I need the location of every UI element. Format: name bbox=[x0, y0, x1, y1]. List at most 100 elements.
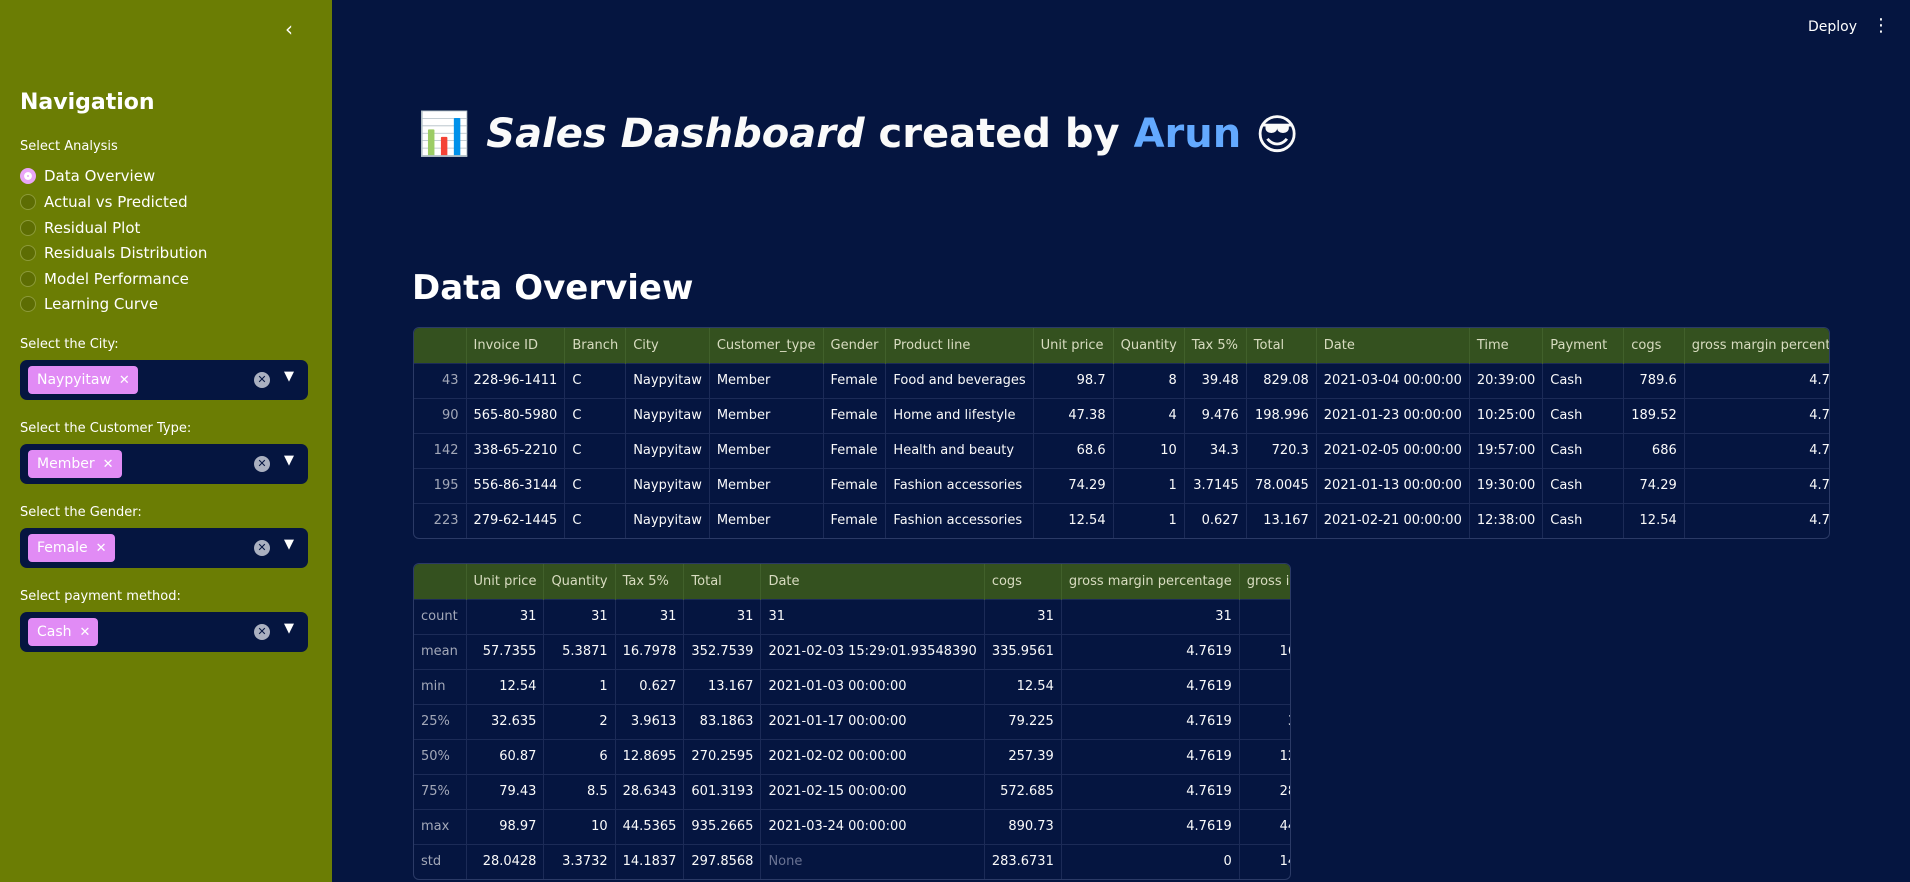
table-cell[interactable]: 198.996 bbox=[1246, 397, 1317, 433]
row-index[interactable]: 75% bbox=[414, 773, 467, 809]
chevron-down-icon[interactable]: ▼ bbox=[284, 621, 294, 636]
table-cell[interactable]: 1 bbox=[1113, 467, 1185, 503]
table-cell[interactable]: 12.54 bbox=[1623, 502, 1685, 538]
table-cell[interactable]: Member bbox=[709, 362, 824, 398]
row-index[interactable]: 195 bbox=[414, 467, 467, 503]
column-header[interactable]: Branch bbox=[564, 328, 627, 363]
column-header[interactable]: cogs bbox=[984, 564, 1062, 599]
table-cell[interactable]: 0.627 bbox=[1239, 668, 1290, 704]
table-cell[interactable]: 60.87 bbox=[466, 738, 545, 774]
table-cell[interactable]: 31 bbox=[615, 598, 685, 634]
more-menu-icon[interactable]: ⋮ bbox=[1872, 15, 1890, 37]
radio-learning-curve[interactable]: Learning Curve bbox=[20, 294, 158, 314]
table-cell[interactable]: 0 bbox=[1061, 843, 1240, 879]
table-cell[interactable]: C bbox=[564, 432, 627, 468]
table-cell[interactable]: 686 bbox=[1623, 432, 1685, 468]
table-cell[interactable]: 12.54 bbox=[466, 668, 545, 704]
customer-type-multiselect[interactable]: Member ✕ ✕ ▼ bbox=[20, 444, 308, 484]
table-cell[interactable]: 829.08 bbox=[1246, 362, 1317, 398]
table-cell[interactable]: 4.7619 bbox=[1061, 773, 1240, 809]
table-cell[interactable]: 0.627 bbox=[615, 668, 685, 704]
table-cell[interactable]: 44.5365 bbox=[1239, 808, 1290, 844]
chip-remove-icon[interactable]: ✕ bbox=[103, 457, 114, 472]
column-header[interactable]: Time bbox=[1469, 328, 1544, 363]
column-header[interactable]: Total bbox=[1246, 328, 1317, 363]
table-cell[interactable]: 189.52 bbox=[1623, 397, 1685, 433]
table-cell[interactable]: 19:30:00 bbox=[1469, 467, 1544, 503]
table-cell[interactable]: 297.8568 bbox=[683, 843, 762, 879]
payment-multiselect[interactable]: Cash ✕ ✕ ▼ bbox=[20, 612, 308, 652]
table-cell[interactable]: 31 bbox=[1239, 598, 1290, 634]
table-cell[interactable]: 2021-02-05 00:00:00 bbox=[1316, 432, 1470, 468]
row-index[interactable]: 43 bbox=[414, 362, 467, 398]
gender-multiselect[interactable]: Female ✕ ✕ ▼ bbox=[20, 528, 308, 568]
row-index[interactable]: 90 bbox=[414, 397, 467, 433]
table-cell[interactable]: 31 bbox=[683, 598, 762, 634]
row-index[interactable]: 142 bbox=[414, 432, 467, 468]
clear-icon[interactable]: ✕ bbox=[254, 456, 270, 472]
table-cell[interactable]: 556-86-3144 bbox=[466, 467, 566, 503]
deploy-button[interactable]: Deploy bbox=[1808, 19, 1857, 35]
table-cell[interactable]: Female bbox=[823, 502, 887, 538]
table-cell[interactable]: 28.0428 bbox=[466, 843, 545, 879]
table-cell[interactable]: Naypyitaw bbox=[625, 502, 710, 538]
row-index[interactable]: count bbox=[414, 598, 467, 634]
table-cell[interactable]: 8.5 bbox=[543, 773, 616, 809]
table-cell[interactable]: 4.7619 bbox=[1061, 808, 1240, 844]
table-cell[interactable]: 6 bbox=[543, 738, 616, 774]
table-cell[interactable]: 16.7978 bbox=[615, 633, 685, 669]
table-cell[interactable]: Member bbox=[709, 467, 824, 503]
table-cell[interactable]: 9.476 bbox=[1184, 397, 1247, 433]
table-cell[interactable]: 2021-03-24 00:00:00 bbox=[760, 808, 985, 844]
table-cell[interactable]: Female bbox=[823, 467, 887, 503]
table-cell[interactable]: 4 bbox=[1113, 397, 1185, 433]
table-cell[interactable]: 13.167 bbox=[1246, 502, 1317, 538]
table-cell[interactable]: Naypyitaw bbox=[625, 432, 710, 468]
chip-remove-icon[interactable]: ✕ bbox=[96, 541, 107, 556]
table-cell[interactable]: 14.1837 bbox=[1239, 843, 1290, 879]
table-cell[interactable]: 74.29 bbox=[1623, 467, 1685, 503]
table-cell[interactable]: 2021-01-13 00:00:00 bbox=[1316, 467, 1470, 503]
table-cell[interactable]: 352.7539 bbox=[683, 633, 762, 669]
row-index[interactable]: 223 bbox=[414, 502, 467, 538]
radio-residual-plot[interactable]: Residual Plot bbox=[20, 218, 140, 238]
table-cell[interactable]: 28.6343 bbox=[1239, 773, 1290, 809]
column-header[interactable]: cogs bbox=[1623, 328, 1685, 363]
table-cell[interactable]: 31 bbox=[466, 598, 545, 634]
table-cell[interactable]: 789.6 bbox=[1623, 362, 1685, 398]
table-cell[interactable]: 31 bbox=[760, 598, 985, 634]
summary-stats-table[interactable]: Unit price Quantity Tax 5% Total Date cogs gro… bbox=[413, 563, 1291, 880]
table-cell[interactable]: 5.3871 bbox=[543, 633, 616, 669]
radio-residuals-distribution[interactable]: Residuals Distribution bbox=[20, 243, 207, 263]
column-header[interactable]: Unit price bbox=[1033, 328, 1114, 363]
table-cell[interactable]: 98.97 bbox=[466, 808, 545, 844]
table-cell[interactable]: 1 bbox=[1113, 502, 1185, 538]
row-index[interactable]: std bbox=[414, 843, 467, 879]
row-index[interactable]: min bbox=[414, 668, 467, 704]
table-cell[interactable]: 34.3 bbox=[1184, 432, 1247, 468]
clear-icon[interactable]: ✕ bbox=[254, 624, 270, 640]
table-cell[interactable]: 79.43 bbox=[466, 773, 545, 809]
table-cell[interactable]: Fashion accessories bbox=[885, 502, 1034, 538]
table-cell[interactable]: 283.6731 bbox=[984, 843, 1062, 879]
table-cell[interactable]: Home and lifestyle bbox=[885, 397, 1034, 433]
clear-icon[interactable]: ✕ bbox=[254, 372, 270, 388]
table-cell[interactable]: 31 bbox=[543, 598, 616, 634]
table-cell[interactable]: 10:25:00 bbox=[1469, 397, 1544, 433]
table-cell[interactable]: 20:39:00 bbox=[1469, 362, 1544, 398]
table-cell[interactable]: 28.6343 bbox=[615, 773, 685, 809]
table-cell[interactable]: None bbox=[760, 843, 985, 879]
table-cell[interactable]: Member bbox=[709, 432, 824, 468]
table-cell[interactable]: 935.2665 bbox=[683, 808, 762, 844]
table-cell[interactable]: Female bbox=[823, 362, 887, 398]
table-cell[interactable]: 2021-02-02 00:00:00 bbox=[760, 738, 985, 774]
table-cell[interactable]: 4.7619 bbox=[1061, 703, 1240, 739]
table-cell[interactable]: Female bbox=[823, 432, 887, 468]
column-header[interactable]: Payment bbox=[1542, 328, 1625, 363]
table-cell[interactable]: 257.39 bbox=[984, 738, 1062, 774]
column-header[interactable]: gross margin percentage bbox=[1684, 328, 1829, 363]
table-cell[interactable]: Cash bbox=[1542, 397, 1625, 433]
table-cell[interactable]: 2021-02-15 00:00:00 bbox=[760, 773, 985, 809]
table-cell[interactable]: 270.2595 bbox=[683, 738, 762, 774]
column-header[interactable]: Tax 5% bbox=[615, 564, 685, 599]
